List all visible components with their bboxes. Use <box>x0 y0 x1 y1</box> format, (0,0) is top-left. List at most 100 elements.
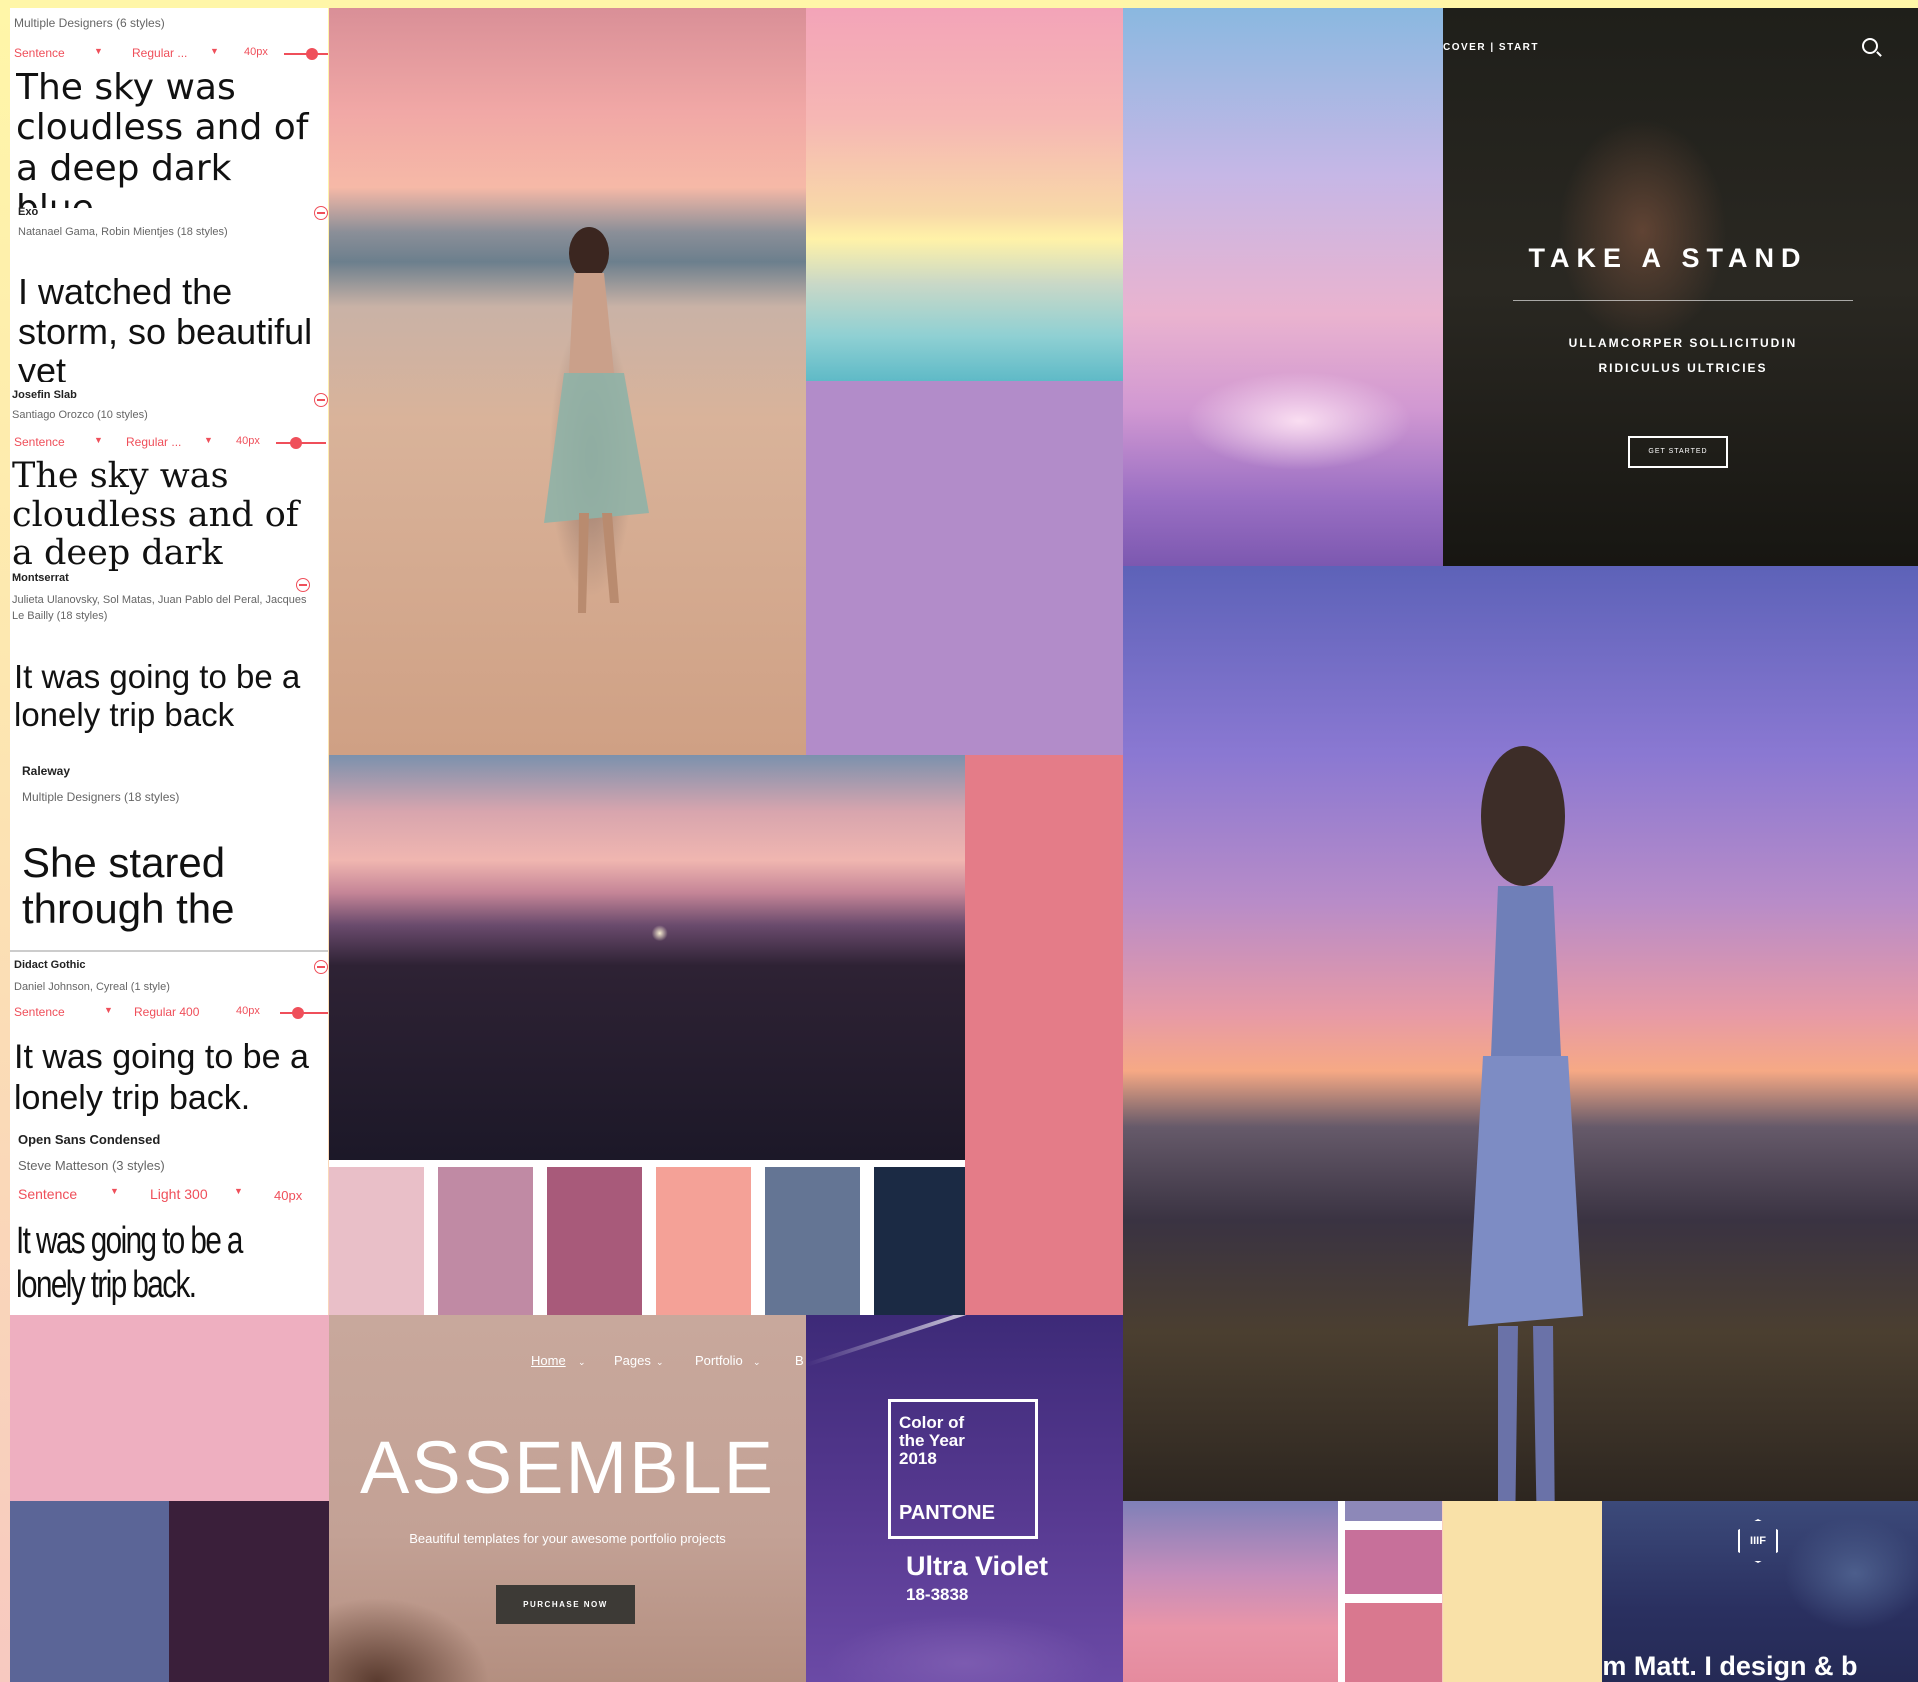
palette-swatch <box>1345 1530 1442 1594</box>
font-specimen-card: Open Sans Condensed Steve Matteson (3 st… <box>10 1126 328 1315</box>
get-started-button[interactable]: GET STARTED <box>1628 436 1728 468</box>
chevron-down-icon[interactable]: ▼ <box>94 46 103 56</box>
case-select[interactable]: Sentence <box>14 1005 65 1019</box>
size-slider-knob[interactable] <box>292 1007 304 1019</box>
color-palette-strip <box>329 1160 965 1315</box>
font-designers: Natanael Gama, Robin Mientjes (18 styles… <box>18 226 228 238</box>
font-name: Didact Gothic <box>14 959 86 971</box>
color-swatch-blush <box>10 1315 329 1501</box>
font-sample-text[interactable]: It was going to be a lonely trip back <box>14 658 314 760</box>
font-specimen-card: Montserrat Julieta Ulanovsky, Sol Matas,… <box>10 568 328 763</box>
pink-sky-photo <box>1123 1501 1338 1682</box>
chevron-down-icon[interactable]: ▼ <box>234 1186 243 1196</box>
hero-tagline: Beautiful templates for your awesome por… <box>409 1531 726 1546</box>
chevron-down-icon[interactable]: ▼ <box>210 46 219 56</box>
specimen-controls: Sentence ▼ Regular 400 40px <box>14 1003 328 1023</box>
hero-subtitle: ULLAMCORPER SOLLICITUDIN RIDICULUS ULTRI… <box>1503 331 1863 381</box>
font-sample-text[interactable]: It was going to be a lonely trip back. <box>16 1220 266 1312</box>
woman-silhouette <box>544 227 649 613</box>
specimen-controls: Sentence ▼ Regular ... ▼ 40px <box>14 44 328 64</box>
comet-streak <box>806 1315 1007 1367</box>
specimen-controls: Sentence ▼ Light 300 ▼ 40px <box>14 1184 328 1204</box>
weight-select[interactable]: Regular 400 <box>134 1005 199 1019</box>
case-select[interactable]: Sentence <box>18 1186 77 1202</box>
pantone-frame: Color of the Year 2018 PANTONE <box>888 1399 1038 1539</box>
font-sample-text[interactable]: She stared through the <box>22 840 322 947</box>
font-name: Open Sans Condensed <box>18 1132 161 1147</box>
chevron-down-icon[interactable]: ▼ <box>110 1186 119 1196</box>
font-name: Exo <box>18 206 39 218</box>
font-sample-text[interactable]: The sky was cloudless and of a deep dark… <box>16 68 322 208</box>
font-specimen-card: Exo Natanael Gama, Robin Mientjes (18 st… <box>10 198 328 398</box>
coty-line: Color of <box>899 1413 965 1432</box>
matt-portfolio-screenshot: IIIF 'm Matt. I design & b <box>1602 1501 1918 1682</box>
size-label: 40px <box>236 1005 260 1017</box>
chevron-down-icon[interactable]: ⌄ <box>753 1357 761 1368</box>
pantone-ultra-violet-card: Color of the Year 2018 PANTONE Ultra Vio… <box>806 1315 1123 1682</box>
font-designers: Julieta Ulanovsky, Sol Matas, Juan Pablo… <box>12 594 307 622</box>
divider <box>10 950 328 952</box>
chevron-down-icon[interactable]: ▼ <box>204 435 213 445</box>
case-select[interactable]: Sentence <box>14 46 65 60</box>
size-label: 40px <box>244 46 268 58</box>
palette-swatch <box>1345 1603 1442 1682</box>
palette-swatch <box>547 1167 642 1315</box>
font-sample-text[interactable]: I watched the storm, so beautiful yet <box>18 272 318 382</box>
nav-pages[interactable]: Pages <box>614 1353 651 1368</box>
size-slider[interactable] <box>280 1012 328 1014</box>
woman-on-hill-at-dusk-photo <box>1123 566 1918 1501</box>
size-label: 40px <box>274 1188 303 1203</box>
weight-select[interactable]: Regular ... <box>126 435 181 449</box>
chevron-down-icon[interactable]: ⌄ <box>578 1357 586 1368</box>
nav-home[interactable]: Home <box>531 1353 566 1368</box>
beach-woman-running-photo <box>329 8 806 755</box>
divider <box>1513 300 1853 301</box>
take-a-stand-website-screenshot: COVER | START TAKE A STAND ULLAMCORPER S… <box>1443 8 1918 566</box>
color-swatch-slate-blue <box>10 1501 169 1682</box>
sunset-sea-photo <box>806 8 1123 381</box>
coty-line: 2018 <box>899 1449 937 1468</box>
hero-title: ASSEMBLE <box>360 1426 775 1509</box>
chevron-down-icon[interactable]: ⌄ <box>656 1357 664 1368</box>
font-specimen-card: Raleway Multiple Designers (18 styles) S… <box>10 758 328 953</box>
pantone-color-code: 18-3838 <box>906 1585 969 1604</box>
case-select[interactable]: Sentence <box>14 435 65 449</box>
logo-icon: IIIF <box>1738 1519 1778 1563</box>
hero-nav[interactable]: COVER | START <box>1443 42 1539 53</box>
font-designers: Santiago Orozco (10 styles) <box>12 409 148 421</box>
chevron-down-icon[interactable]: ▼ <box>94 435 103 445</box>
weight-select[interactable]: Light 300 <box>150 1186 208 1202</box>
font-designers: Multiple Designers (6 styles) <box>14 16 165 30</box>
color-swatch-coral <box>965 755 1123 1315</box>
font-sample-text[interactable]: The sky was cloudless and of a deep dark… <box>12 457 318 577</box>
chevron-down-icon[interactable]: ▼ <box>104 1005 113 1015</box>
search-icon[interactable] <box>1862 38 1878 54</box>
pantone-brand: PANTONE <box>899 1502 995 1524</box>
coty-line: the Year <box>899 1431 965 1450</box>
font-name: Montserrat <box>12 572 69 584</box>
hero-subtitle-line: ULLAMCORPER SOLLICITUDIN <box>1568 336 1798 350</box>
color-swatch-cream <box>1443 1501 1602 1682</box>
palette-swatch <box>874 1167 965 1315</box>
purchase-now-button[interactable]: PURCHASE NOW <box>496 1585 635 1624</box>
specimen-controls: Sentence ▼ Regular ... ▼ 40px <box>14 433 328 453</box>
weight-select[interactable]: Regular ... <box>132 46 187 60</box>
font-specimen-card: Josefin Slab Santiago Orozco (10 styles)… <box>10 383 328 583</box>
font-name: Raleway <box>22 764 71 778</box>
size-label: 40px <box>236 435 260 447</box>
mini-color-palette <box>1338 1501 1442 1682</box>
size-slider-knob[interactable] <box>306 48 318 60</box>
pantone-color-name: Ultra Violet <box>906 1551 1049 1581</box>
woman-silhouette <box>1468 746 1583 1501</box>
nav-portfolio[interactable]: Portfolio <box>695 1353 743 1368</box>
palette-swatch <box>656 1167 751 1315</box>
size-slider-knob[interactable] <box>290 437 302 449</box>
nav-blog[interactable]: B <box>795 1353 804 1368</box>
font-specimen-card: Multiple Designers (6 styles) Sentence ▼… <box>10 8 328 208</box>
color-of-the-year-label: Color of the Year 2018 <box>899 1414 989 1468</box>
hero-title: TAKE A STAND <box>1528 243 1808 273</box>
hero-headline: 'm Matt. I design & b <box>1602 1651 1858 1681</box>
font-sample-text[interactable]: It was going to be a lonely trip back. <box>14 1037 328 1127</box>
font-specimen-panel: Multiple Designers (6 styles) Sentence ▼… <box>10 8 328 1315</box>
palette-swatch <box>765 1167 860 1315</box>
